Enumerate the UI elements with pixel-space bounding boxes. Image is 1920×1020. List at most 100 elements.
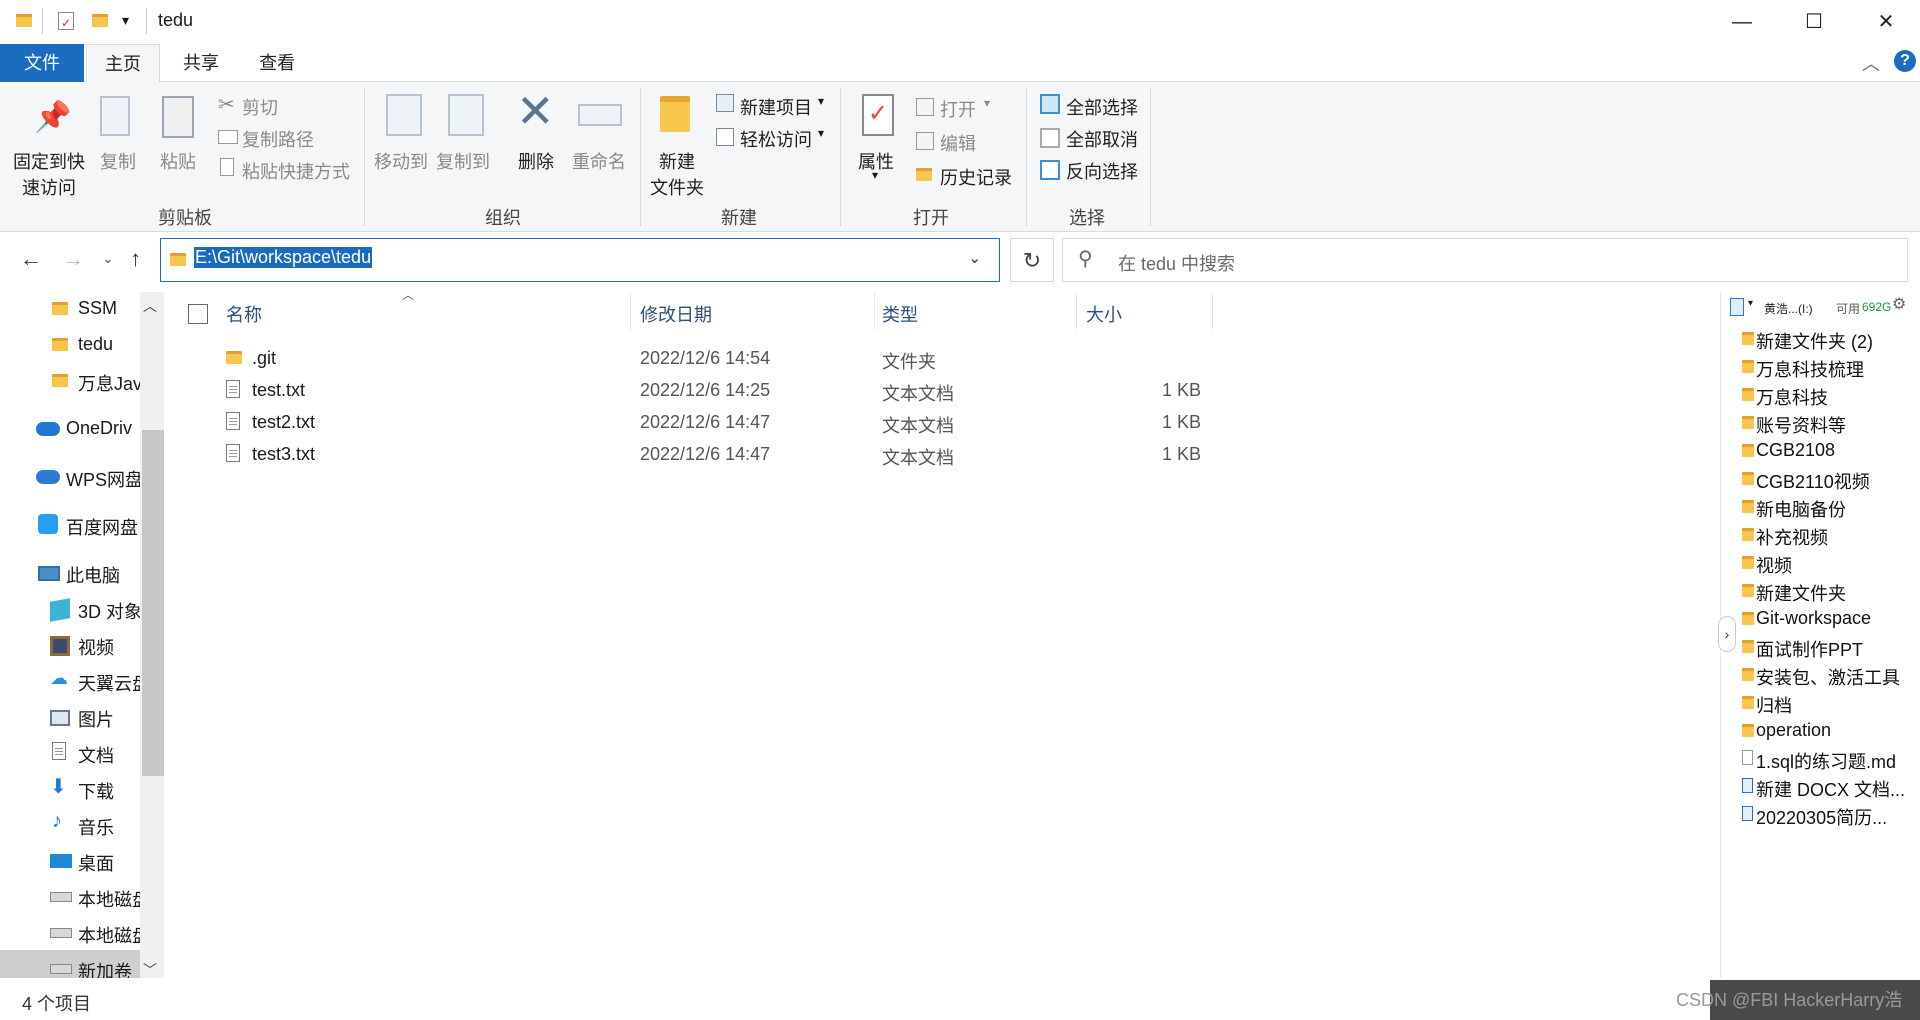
side-item[interactable]: 账号资料等 [1756, 412, 1916, 438]
side-item[interactable]: 面试制作PPT [1756, 636, 1916, 662]
side-item[interactable]: 新建文件夹 (2) [1756, 328, 1916, 354]
properties-quick-icon[interactable]: ✓ [58, 12, 74, 30]
scroll-down-icon[interactable]: ﹀ [143, 960, 157, 980]
side-item[interactable]: 20220305简历... [1756, 804, 1916, 830]
nav-item-local-disk-d[interactable]: 本地磁盘 [78, 922, 140, 948]
invert-selection-button[interactable]: 反向选择 [1066, 158, 1138, 184]
column-divider[interactable] [874, 292, 875, 330]
delete-button[interactable]: 删除 [518, 148, 554, 174]
nav-item-baidu[interactable]: 百度网盘 [66, 514, 140, 540]
side-item[interactable]: 新电脑备份 [1756, 496, 1916, 522]
nav-item-documents[interactable]: 文档 [78, 742, 140, 768]
up-icon[interactable]: ↑ [130, 246, 141, 272]
side-item[interactable]: 视频 [1756, 552, 1916, 578]
maximize-button[interactable]: ☐ [1786, 0, 1842, 44]
nav-item-downloads[interactable]: 下载 [78, 778, 140, 804]
nav-item-ssm[interactable]: SSM [78, 298, 186, 319]
nav-item-videos[interactable]: 视频 [78, 634, 140, 660]
side-item[interactable]: 万息科技 [1756, 384, 1916, 410]
quick-access-dropdown-icon[interactable]: ▾ [122, 12, 129, 29]
side-item[interactable]: 新建文件夹 [1756, 580, 1916, 606]
tab-share[interactable]: 共享 [170, 44, 232, 82]
new-folder-label-line2: 文件夹 [650, 178, 704, 198]
scrollbar-thumb[interactable] [142, 430, 164, 776]
side-item[interactable]: 万息科技梳理 [1756, 356, 1916, 382]
column-header-name[interactable]: 名称 [226, 301, 262, 327]
expand-pane-icon[interactable]: › [1718, 616, 1736, 652]
side-item[interactable]: operation [1756, 720, 1916, 741]
file-name[interactable]: test.txt [252, 380, 305, 401]
side-item[interactable]: CGB2110视频 [1756, 468, 1916, 494]
address-dropdown-icon[interactable]: ⌄ [968, 248, 981, 268]
side-item[interactable]: 新建 DOCX 文档... [1756, 776, 1916, 802]
nav-item-wanxi[interactable]: 万息Jav [78, 370, 140, 396]
nav-item-desktop[interactable]: 桌面 [78, 850, 140, 876]
side-item[interactable]: 归档 [1756, 692, 1916, 718]
column-divider[interactable] [1076, 292, 1077, 330]
nav-item-local-disk-c[interactable]: 本地磁盘 [78, 886, 140, 912]
easy-access-button[interactable]: 轻松访问 [740, 126, 812, 152]
column-divider[interactable] [630, 292, 631, 330]
file-type: 文本文档 [882, 416, 954, 436]
copy-button[interactable]: 复制 [100, 148, 136, 174]
free-space-label: 可用 [1836, 302, 1861, 316]
minimize-button[interactable]: — [1714, 0, 1770, 44]
nav-item-wps[interactable]: WPS网盘 [66, 466, 140, 492]
select-all-checkbox[interactable] [188, 304, 208, 324]
nav-item-this-pc[interactable]: 此电脑 [66, 562, 140, 588]
paste-shortcut-button[interactable]: 粘贴快捷方式 [242, 158, 350, 184]
copy-to-button[interactable]: 复制到 [436, 148, 490, 174]
tab-view[interactable]: 查看 [246, 44, 308, 82]
side-item[interactable]: 安装包、激活工具 [1756, 664, 1916, 690]
side-item[interactable]: CGB2108 [1756, 440, 1916, 461]
address-path[interactable]: E:\Git\workspace\tedu [194, 247, 373, 268]
copy-path-button[interactable]: 复制路径 [242, 126, 314, 152]
new-folder-quick-icon[interactable] [92, 14, 108, 27]
folder-icon [1742, 500, 1754, 513]
group-label-open: 打开 [913, 208, 949, 228]
file-name[interactable]: test3.txt [252, 444, 315, 465]
select-all-button[interactable]: 全部选择 [1066, 94, 1138, 120]
side-item[interactable]: Git-workspace [1756, 608, 1916, 629]
side-item[interactable]: 1.sql的练习题.md [1756, 748, 1916, 774]
close-button[interactable]: ✕ [1858, 0, 1914, 44]
recent-locations-icon[interactable]: ⌄ [102, 250, 114, 267]
group-label-select: 选择 [1069, 208, 1105, 228]
move-to-button[interactable]: 移动到 [374, 148, 428, 174]
history-icon [916, 168, 932, 181]
new-item-button[interactable]: 新建项目 [740, 94, 812, 120]
column-header-date[interactable]: 修改日期 [640, 301, 712, 327]
nav-item-tianyi[interactable]: 天翼云盘 [78, 670, 140, 696]
text-file-icon [226, 380, 240, 398]
nav-item-pictures[interactable]: 图片 [78, 706, 140, 732]
file-name[interactable]: .git [252, 348, 276, 369]
file-name[interactable]: test2.txt [252, 412, 315, 433]
column-divider[interactable] [1212, 292, 1213, 330]
collapse-ribbon-icon[interactable]: ︿ [1862, 50, 1880, 76]
cut-button[interactable]: 剪切 [242, 94, 278, 120]
side-item[interactable]: 补充视频 [1756, 524, 1916, 550]
tab-home[interactable]: 主页 [86, 44, 160, 83]
drive-dropdown-icon[interactable]: ▾ [1748, 298, 1753, 309]
nav-item-3d[interactable]: 3D 对象 [78, 598, 140, 624]
pin-quick-access-button[interactable]: 固定到快 速访问 [10, 148, 88, 200]
column-header-type[interactable]: 类型 [882, 301, 918, 327]
back-icon[interactable]: ← [20, 246, 42, 272]
watermark: CSDN @FBI HackerHarry浩 [1676, 990, 1903, 1010]
refresh-icon[interactable]: ↻ [1010, 238, 1054, 282]
select-none-button[interactable]: 全部取消 [1066, 126, 1138, 152]
paste-button[interactable]: 粘贴 [160, 148, 196, 174]
column-header-size[interactable]: 大小 [1086, 301, 1122, 327]
help-icon[interactable]: ? [1894, 50, 1916, 72]
nav-item-music[interactable]: 音乐 [78, 814, 140, 840]
gear-icon[interactable]: ⚙ [1892, 294, 1906, 314]
tab-file[interactable]: 文件 [0, 44, 84, 82]
new-folder-button[interactable]: 新建 文件夹 [646, 148, 708, 200]
open-button[interactable]: 打开 [940, 96, 976, 122]
file-type: 文本文档 [882, 384, 954, 404]
history-button[interactable]: 历史记录 [940, 164, 1012, 190]
nav-item-onedrive[interactable]: OneDriv [66, 418, 140, 439]
forward-icon[interactable]: → [62, 246, 84, 272]
rename-button[interactable]: 重命名 [572, 148, 626, 174]
edit-button[interactable]: 编辑 [940, 130, 976, 156]
